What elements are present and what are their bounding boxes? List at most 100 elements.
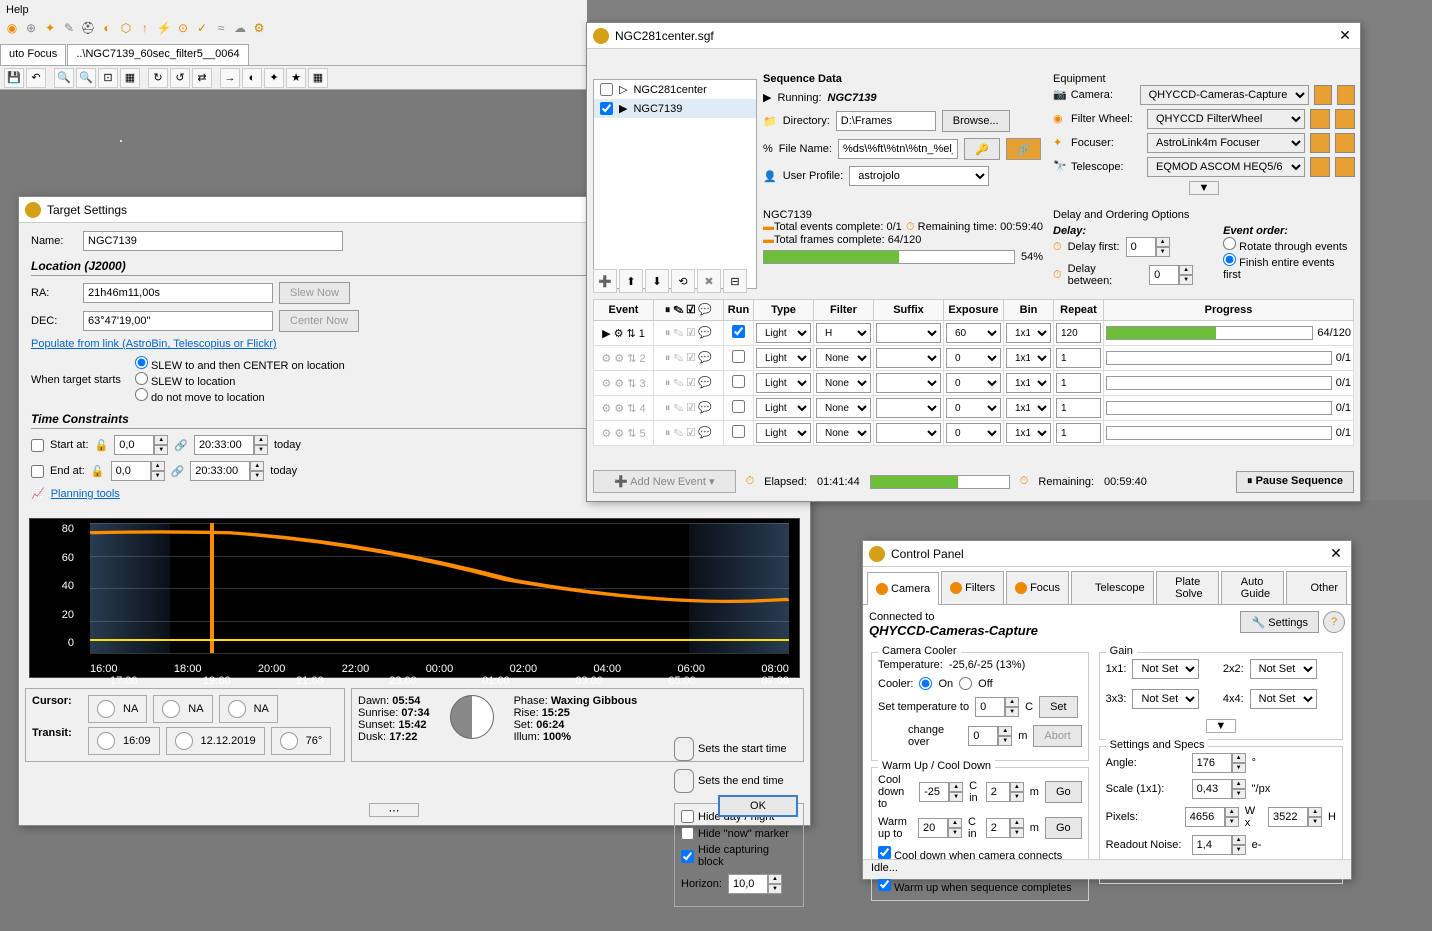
settemp-input[interactable] [975,697,1005,717]
run-check-5[interactable] [726,425,751,438]
tab-other[interactable]: Other [1286,571,1347,604]
icon-5[interactable]: ⛑ [80,20,96,36]
icon-8[interactable]: ↑ [137,20,153,36]
ra-input[interactable] [83,283,273,303]
pause-icon[interactable]: ⏸ [665,304,671,316]
exp-select-4[interactable]: 0 [946,398,1001,418]
target-icon[interactable]: ✦ [264,68,284,88]
altitude-chart[interactable]: 806040200 16:0018:0020:0022:0000:0002:00… [29,518,800,678]
refresh-icon[interactable]: ↻ [148,68,168,88]
icon-6[interactable]: ◐ [99,20,115,36]
bin-select-1[interactable]: 1x1 [1006,323,1051,343]
type-select-2[interactable]: Light [756,348,811,368]
suffix-select-2[interactable] [876,348,941,368]
flip-icon[interactable]: ⇄ [192,68,212,88]
type-select-1[interactable]: Light [756,323,811,343]
down-button[interactable]: ⬇ [645,269,669,293]
run-check-4[interactable] [726,400,751,413]
focuser-select[interactable]: AstroLink4m Focuser [1147,133,1305,153]
browse-button[interactable]: Browse... [942,110,1010,132]
tab-focus[interactable]: Focus [1006,571,1069,604]
close-icon[interactable]: ✕ [1336,27,1354,45]
close-icon[interactable]: ✕ [1327,545,1345,563]
delay-between-input[interactable] [1149,265,1179,285]
g4-select[interactable]: Not Set [1250,689,1317,709]
cool-input[interactable] [919,782,949,802]
bin-select-2[interactable]: 1x1 [1006,348,1051,368]
icon-10[interactable]: ⊙ [175,20,191,36]
filter-select-2[interactable]: None [816,348,871,368]
reset-button[interactable]: ⟲ [671,269,695,293]
lock-icon[interactable]: 🔓 [95,439,109,452]
hide-day-check[interactable] [681,810,694,823]
slew-now-button[interactable]: Slew Now [279,282,350,304]
icon-3[interactable]: ✦ [42,20,58,36]
cool-min-input[interactable] [986,782,1010,802]
grid-icon[interactable]: ▦ [308,68,328,88]
hide-capture-check[interactable] [681,850,694,863]
rotate-radio[interactable] [1223,237,1236,250]
start-time-input[interactable] [194,435,254,455]
suffix-select-5[interactable] [876,423,941,443]
contrast-icon[interactable]: ◐ [242,68,262,88]
chat-icon[interactable]: 💬 [698,304,712,316]
bin-select-4[interactable]: 1x1 [1006,398,1051,418]
on-radio[interactable] [919,677,932,690]
profile-select[interactable]: astrojolo [849,166,989,186]
help-menu[interactable]: Help [6,4,29,16]
up-button[interactable]: ⬆ [619,269,643,293]
filter-select-1[interactable]: H [816,323,871,343]
telescope-cfg2-button[interactable] [1335,157,1355,177]
icon-1[interactable]: ◉ [4,20,20,36]
start-val-input[interactable] [114,435,154,455]
rep-input-2[interactable] [1056,348,1101,368]
filter-cfg-button[interactable] [1310,109,1330,129]
type-select-4[interactable]: Light [756,398,811,418]
tab-autofocus[interactable]: uto Focus [0,44,66,65]
tab-filters[interactable]: Filters [941,571,1004,604]
zoom-in-icon[interactable]: 🔍 [54,68,74,88]
camera-select[interactable]: QHYCCD-Cameras-Capture [1140,85,1309,105]
expand-eq-button[interactable]: ▼ [1189,181,1219,195]
populate-link[interactable]: Populate from link (AstroBin, Telescopiu… [31,338,277,350]
target2-check[interactable] [600,102,613,115]
filter-select[interactable]: QHYCCD FilterWheel [1147,109,1305,129]
warm-min-input[interactable] [986,818,1010,838]
angle-input[interactable] [1192,753,1232,773]
expand-button[interactable]: ⋯ [369,803,419,817]
focuser-cfg-button[interactable] [1310,133,1330,153]
tab-auto[interactable]: Auto Guide [1221,571,1284,604]
suffix-select-1[interactable] [876,323,941,343]
bin-select-3[interactable]: 1x1 [1006,373,1051,393]
bin-select-5[interactable]: 1x1 [1006,423,1051,443]
tab-telescope[interactable]: Telescope [1071,571,1154,604]
go-cool-button[interactable]: Go [1045,781,1082,803]
no-move-radio[interactable] [135,388,148,401]
target1-check[interactable] [600,83,613,96]
telescope-cfg-button[interactable] [1310,157,1330,177]
target-list[interactable]: ▷NGC281center ▶NGC7139 [593,79,757,289]
camera-cfg-button[interactable] [1314,85,1332,105]
delay-first-input[interactable] [1126,237,1156,257]
zoom-out-icon[interactable]: 🔍 [76,68,96,88]
pxw-input[interactable] [1185,807,1225,827]
end-at-check[interactable] [31,465,44,478]
chk1[interactable] [878,846,891,859]
icon-13[interactable]: ☁ [232,20,248,36]
icon-9[interactable]: ⚡ [156,20,172,36]
icon-2[interactable]: ⊕ [23,20,39,36]
star-icon[interactable]: ★ [286,68,306,88]
fit-icon[interactable]: ⊡ [98,68,118,88]
focuser-cfg2-button[interactable] [1335,133,1355,153]
exp-select-3[interactable]: 0 [946,373,1001,393]
slew-center-radio[interactable] [135,356,148,369]
check-icon[interactable]: ☑ [687,304,696,316]
g3-select[interactable]: Not Set [1132,689,1199,709]
chain-icon-2[interactable]: 🔗 [171,465,185,478]
run-check-1[interactable] [726,325,751,338]
go-warm-button[interactable]: Go [1045,817,1082,839]
undo-icon[interactable]: ↶ [26,68,46,88]
delete-button[interactable]: ✖ [697,269,721,293]
exp-select-1[interactable]: 60 [946,323,1001,343]
rotate-icon[interactable]: ↺ [170,68,190,88]
